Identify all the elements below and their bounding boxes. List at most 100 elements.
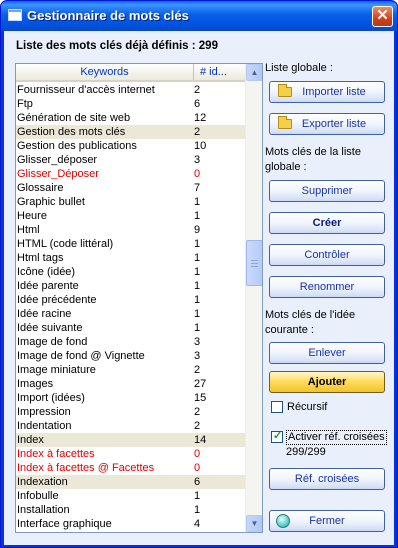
id-count-cell: 7 — [194, 182, 201, 194]
list-item[interactable]: Indexation 6 — [16, 475, 245, 489]
id-count-cell: 1 — [194, 322, 201, 334]
list-item[interactable]: Image miniature 2 — [16, 363, 245, 377]
id-count-cell: 27 — [194, 378, 207, 390]
list-item[interactable]: Idée racine 1 — [16, 307, 245, 321]
list-item[interactable]: HTML (code littéral) 1 — [16, 237, 245, 251]
crossref-checkbox[interactable] — [271, 429, 283, 443]
list-item[interactable]: Html 9 — [16, 223, 245, 237]
delete-button[interactable]: Supprimer — [269, 180, 385, 202]
list-item[interactable]: Image de fond 3 — [16, 335, 245, 349]
global-keywords-label-line1: Mots clés de la liste — [265, 146, 361, 158]
scroll-thumb[interactable] — [246, 240, 262, 286]
list-item[interactable]: Infobulle 1 — [16, 489, 245, 503]
add-button[interactable]: Ajouter — [269, 371, 385, 393]
list-item[interactable]: Html tags 1 — [16, 251, 245, 265]
list-item[interactable]: Import (idées) 15 — [16, 391, 245, 405]
list-rows: Fournisseur d'accès internet 2 Ftp 6 Générat… — [16, 83, 245, 531]
scroll-down-icon[interactable]: ▼ — [246, 515, 262, 532]
list-item[interactable]: Index à facettes 0 — [16, 447, 245, 461]
create-button[interactable]: Créer — [269, 212, 385, 234]
list-item[interactable]: Gestion des mots clés 2 — [16, 125, 245, 139]
dialog-body: Liste des mots clés déjà définis : 299 K… — [4, 31, 394, 545]
id-count-cell: 1 — [194, 238, 201, 250]
id-count-cell: 2 — [194, 406, 201, 418]
id-count-cell: 2 — [194, 126, 201, 138]
list-item[interactable]: Interface graphique 4 — [16, 517, 245, 531]
list-item[interactable]: Idée précédente 1 — [16, 293, 245, 307]
keyword-cell: Index à facettes — [17, 448, 95, 460]
id-count-cell: 14 — [194, 434, 207, 446]
keyword-manager-window: Gestionnaire de mots clés ✕ Liste des mo… — [0, 0, 398, 548]
list-item[interactable]: Indentation 2 — [16, 419, 245, 433]
keyword-cell: Indentation — [17, 420, 72, 432]
list-header: Keywords # id... — [16, 64, 245, 82]
crossref-button[interactable]: Réf. croisées — [269, 468, 385, 490]
recursive-label[interactable]: Récursif — [287, 400, 327, 415]
check-button[interactable]: Contrôler — [269, 244, 385, 266]
id-count-cell: 2 — [194, 420, 201, 432]
global-list-label: Liste globale : — [265, 62, 333, 74]
keyword-list[interactable]: Keywords # id... Fournisseur d'accès int… — [15, 63, 263, 533]
column-header-keywords[interactable]: Keywords — [16, 64, 194, 80]
keyword-cell: Index à facettes @ Facettes — [17, 462, 155, 474]
list-item[interactable]: Gestion des publications 10 — [16, 139, 245, 153]
rename-button[interactable]: Renommer — [269, 276, 385, 298]
id-count-cell: 1 — [194, 280, 201, 292]
list-item[interactable]: Icône (idée) 1 — [16, 265, 245, 279]
list-item[interactable]: Génération de site web 12 — [16, 111, 245, 125]
list-item[interactable]: Glisser_Déposer 0 — [16, 167, 245, 181]
export-list-label: Exporter liste — [301, 118, 367, 130]
keyword-cell: Image de fond @ Vignette — [17, 350, 145, 362]
list-item[interactable]: Index à facettes @ Facettes 0 — [16, 461, 245, 475]
keyword-cell: Heure — [17, 210, 47, 222]
list-item[interactable]: Installation 1 — [16, 503, 245, 517]
list-item[interactable]: Fournisseur d'accès internet 2 — [16, 83, 245, 97]
id-count-cell: 1 — [194, 210, 201, 222]
id-count-cell: 1 — [194, 196, 201, 208]
keyword-cell: Fournisseur d'accès internet — [17, 84, 155, 96]
close-button[interactable]: Fermer — [269, 510, 385, 532]
window-title: Gestionnaire de mots clés — [27, 8, 189, 23]
list-item[interactable]: Ftp 6 — [16, 97, 245, 111]
id-count-cell: 3 — [194, 350, 201, 362]
list-item[interactable]: Glossaire 7 — [16, 181, 245, 195]
list-item[interactable]: Index 14 — [16, 433, 245, 447]
id-count-cell: 4 — [194, 518, 201, 530]
global-keywords-label-line2: globale : — [265, 161, 307, 173]
list-item[interactable]: Images 27 — [16, 377, 245, 391]
id-count-cell: 2 — [194, 364, 201, 376]
import-list-button[interactable]: Importer liste — [269, 81, 385, 103]
list-item[interactable]: Impression 2 — [16, 405, 245, 419]
title-bar[interactable]: Gestionnaire de mots clés ✕ — [1, 1, 397, 31]
keyword-cell: Installation — [17, 504, 70, 516]
scroll-up-icon[interactable]: ▲ — [246, 64, 262, 81]
keyword-cell: Gestion des mots clés — [17, 126, 126, 138]
keyword-cell: Html tags — [17, 252, 64, 264]
list-item[interactable]: Image de fond @ Vignette 3 — [16, 349, 245, 363]
column-header-id[interactable]: # id... — [195, 64, 245, 80]
keyword-cell: Idée suivante — [17, 322, 83, 334]
vertical-scrollbar[interactable]: ▲ ▼ — [245, 64, 262, 532]
keyword-cell: Ftp — [17, 98, 33, 110]
close-button-label: Fermer — [309, 515, 345, 527]
keyword-cell: Gestion des publications — [17, 140, 137, 152]
close-icon[interactable]: ✕ — [372, 6, 393, 27]
keyword-cell: Impression — [17, 406, 71, 418]
keyword-cell: Indexation — [17, 476, 68, 488]
crossref-label[interactable]: Activer réf. croisées — [286, 430, 387, 445]
export-list-button[interactable]: Exporter liste — [269, 113, 385, 135]
close-dot-icon — [276, 514, 290, 528]
recursive-checkbox[interactable] — [271, 401, 283, 413]
list-item[interactable]: Graphic bullet 1 — [16, 195, 245, 209]
remove-button[interactable]: Enlever — [269, 342, 385, 364]
id-count-cell: 1 — [194, 266, 201, 278]
list-item[interactable]: Idée suivante 1 — [16, 321, 245, 335]
id-count-cell: 1 — [194, 252, 201, 264]
window-icon — [8, 9, 22, 21]
list-item[interactable]: Glisser_déposer 3 — [16, 153, 245, 167]
id-count-cell: 0 — [194, 462, 201, 474]
current-keywords-label-line2: courante : — [265, 324, 314, 336]
id-count-cell: 6 — [194, 98, 201, 110]
list-item[interactable]: Idée parente 1 — [16, 279, 245, 293]
list-item[interactable]: Heure 1 — [16, 209, 245, 223]
